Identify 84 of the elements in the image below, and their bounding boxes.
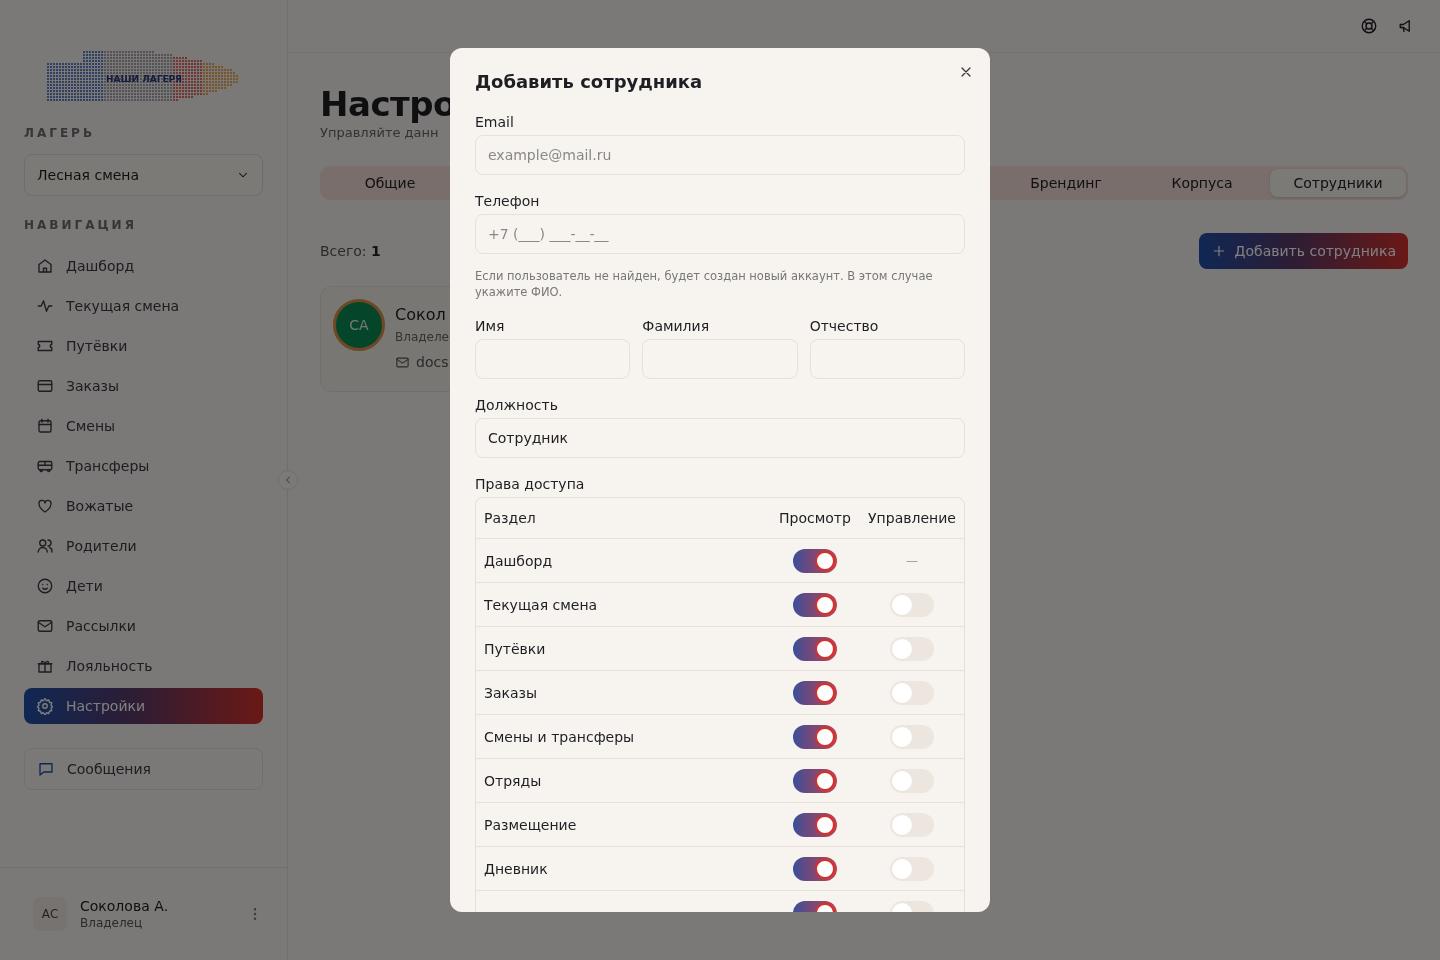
field-label: Имя [475, 318, 506, 334]
toggle-switch[interactable] [890, 592, 934, 617]
section-name: Заказы [484, 685, 538, 701]
nav-item[interactable]: Текущая смена [24, 288, 263, 324]
nav-item[interactable]: Родители [24, 528, 263, 564]
toggle-switch[interactable] [793, 680, 837, 705]
field-label: Email [475, 114, 515, 130]
column-header: Раздел [484, 510, 537, 526]
section-name: Путёвки [484, 641, 546, 657]
nav-item[interactable]: Путёвки [24, 328, 263, 364]
toggle-switch[interactable] [890, 812, 934, 837]
employee-role: Владеле [395, 330, 449, 344]
card-icon [36, 377, 54, 395]
mail-icon [395, 354, 410, 370]
toggle-switch[interactable] [793, 636, 837, 661]
collapse-button[interactable] [278, 470, 298, 490]
page-subtitle: Управляйте данн [320, 125, 439, 140]
toggle-switch[interactable] [793, 768, 837, 793]
nav-item[interactable]: Дети [24, 568, 263, 604]
user-name: Соколова А. [80, 898, 169, 914]
phone-field[interactable]: +7 (___) ___-__-__ [475, 214, 965, 254]
nav-item[interactable]: Рассылки [24, 608, 263, 644]
nav-item[interactable]: Дашборд [24, 248, 263, 284]
nav-item[interactable]: Заказы [24, 368, 263, 404]
section-name: Отряды [484, 773, 542, 789]
users-icon [36, 537, 54, 555]
unavailable-mark: — [906, 553, 918, 568]
nav-item[interactable]: Трансферы [24, 448, 263, 484]
total-count: Всего: 1 [320, 243, 381, 259]
section-name: Размещение [484, 817, 577, 833]
tab[interactable]: Брендинг [998, 169, 1134, 197]
field-label: Права доступа [475, 476, 586, 492]
heart-icon [36, 497, 54, 515]
dialog-title: Добавить сотрудника [475, 70, 704, 94]
messages-button[interactable]: Сообщения [24, 748, 263, 790]
user-avatar: АС [33, 897, 67, 931]
toggle-switch[interactable] [890, 768, 934, 793]
page-title: Настро [320, 83, 456, 125]
camp-select[interactable]: Лесная смена [24, 154, 263, 196]
field-label: Должность [475, 397, 559, 413]
toggle-switch[interactable] [890, 680, 934, 705]
tab[interactable]: Общие [322, 169, 458, 197]
toggle-switch[interactable] [890, 636, 934, 661]
tab[interactable]: Сотрудники [1270, 169, 1406, 197]
smile-icon [36, 577, 54, 595]
position-field[interactable]: Сотрудник [475, 418, 965, 458]
settings-icon [36, 697, 54, 715]
add-employee-button[interactable]: Добавить сотрудника [1198, 233, 1408, 269]
section-label: НАВИГАЦИЯ [24, 218, 138, 232]
toggle-switch[interactable] [890, 724, 934, 749]
user-role: Владелец [80, 916, 144, 930]
section-name: Смены и трансферы [484, 729, 635, 745]
employee-name: Сокол [395, 305, 447, 324]
employee-avatar: СА [333, 299, 385, 351]
toggle-switch[interactable] [890, 856, 934, 881]
lifebuoy-icon [1360, 17, 1378, 35]
section-name: Дневник [484, 861, 548, 877]
toggle-switch[interactable] [793, 592, 837, 617]
mail-icon [36, 617, 54, 635]
nav-item[interactable]: Настройки [24, 688, 263, 724]
column-header: Управление [867, 510, 957, 526]
section-name: Дашборд [484, 553, 553, 569]
field-label: Фамилия [642, 318, 711, 334]
tab[interactable]: Корпуса [1134, 169, 1270, 197]
email-field[interactable]: example@mail.ru [475, 135, 965, 175]
toggle-switch[interactable] [793, 856, 837, 881]
toggle-switch[interactable] [793, 548, 837, 573]
pulse-icon [36, 297, 54, 315]
toggle-switch[interactable] [793, 812, 837, 837]
toggle-switch[interactable] [793, 724, 837, 749]
nav-item[interactable]: Вожатые [24, 488, 263, 524]
logo-text: НАШИ ЛАГЕРЯ [105, 74, 182, 84]
section-label: ЛАГЕРЬ [24, 126, 97, 140]
hint-text: Если пользователь не найден, будет создан новый аккаунт. В этом случае укажите ФИО. [475, 268, 934, 300]
section-name: Текущая смена [484, 597, 598, 613]
calendar-icon [36, 417, 54, 435]
chat-icon [37, 760, 55, 778]
field-label: Отчество [809, 318, 880, 334]
home-icon [36, 257, 54, 275]
nav-item[interactable]: Смены [24, 408, 263, 444]
field-label: Телефон [475, 193, 541, 209]
nav-item[interactable]: Лояльность [24, 648, 263, 684]
employee-email: docs [416, 354, 449, 370]
column-header: Просмотр [778, 510, 852, 526]
